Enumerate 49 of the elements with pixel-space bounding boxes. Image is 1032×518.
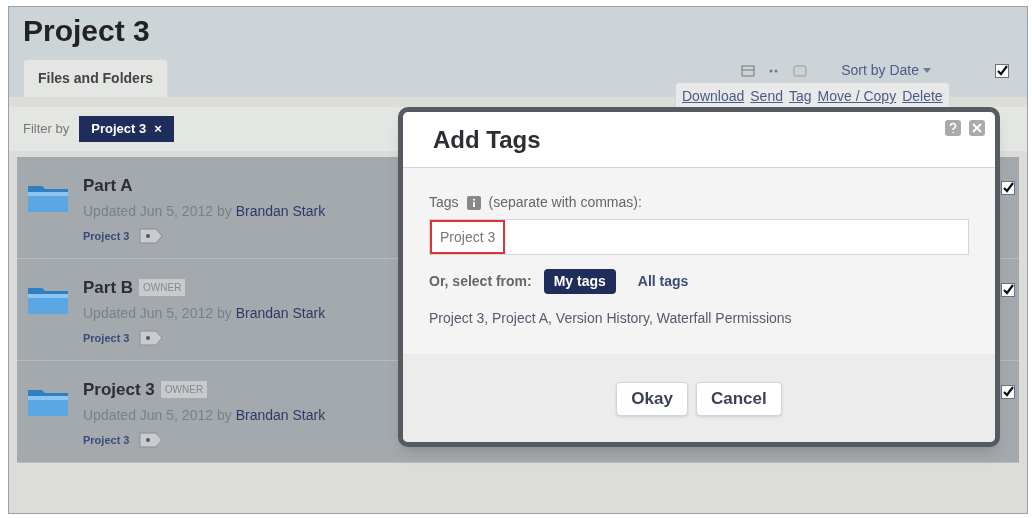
tag-suggestions: Project 3, Project A, Version History, Waterfall Permissions (429, 309, 793, 328)
checkbox[interactable] (995, 63, 1009, 78)
add-tag-icon[interactable] (139, 329, 164, 346)
folder-icon (27, 387, 69, 417)
thumbnail-view-icon[interactable] (793, 64, 808, 77)
folder-tag[interactable]: Project 3 (83, 329, 130, 346)
add-tag-icon[interactable] (139, 227, 164, 244)
filter-label: Filter by (23, 120, 70, 139)
owner-badge: OWNER (160, 381, 208, 399)
tab[interactable]: Files and Folders (23, 59, 169, 97)
folder-icon (27, 183, 69, 213)
action-link[interactable]: Download (682, 86, 745, 107)
dialog-button[interactable]: Cancel (695, 381, 782, 416)
checkbox[interactable] (1001, 283, 1015, 297)
folder-tag[interactable]: Project 3 (83, 227, 130, 244)
folder-icon (27, 285, 69, 315)
help-icon[interactable] (945, 120, 961, 136)
close-icon[interactable] (969, 120, 985, 136)
tag-source-tab[interactable]: All tags (627, 269, 699, 294)
author-link[interactable]: Brandan Stark (235, 302, 326, 324)
add-tag-icon[interactable] (139, 431, 164, 448)
info-icon[interactable] (466, 195, 481, 210)
tags-hint: (separate with commas): (488, 193, 642, 212)
author-link[interactable]: Brandan Stark (235, 404, 326, 426)
owner-badge: OWNER (139, 279, 186, 297)
select-from-label: Or, select from: (429, 272, 532, 291)
tags-label: Tags (429, 193, 459, 212)
action-link[interactable]: Delete (902, 86, 943, 107)
folder-tag[interactable]: Project 3 (83, 431, 130, 448)
entered-tag: Project 3 (430, 220, 506, 254)
checkbox[interactable] (1001, 181, 1015, 195)
caret-icon (923, 68, 931, 73)
author-link[interactable]: Brandan Stark (235, 200, 326, 222)
action-link[interactable]: Send (750, 86, 783, 107)
list-view-icon[interactable] (741, 64, 756, 77)
folder-name[interactable]: Project 3 (83, 377, 155, 403)
checkbox[interactable] (1001, 385, 1015, 399)
folder-name[interactable]: Part B (83, 275, 134, 301)
dialog-button[interactable]: Okay (616, 381, 688, 416)
action-link[interactable]: Tag (788, 86, 812, 107)
remove-filter-button[interactable]: × (154, 119, 162, 139)
sort-dropdown[interactable]: Sort by Date (841, 60, 931, 81)
action-link[interactable]: Move / Copy (817, 86, 897, 107)
folder-name[interactable]: Part A (83, 173, 133, 199)
tags-field[interactable]: Project 3 (429, 219, 969, 255)
dialog-title: Add Tags (433, 124, 541, 155)
filter-chip[interactable]: Project 3 × (79, 116, 174, 142)
page-title: Project 3 (23, 13, 151, 49)
tag-source-tab[interactable]: My tags (543, 269, 616, 294)
